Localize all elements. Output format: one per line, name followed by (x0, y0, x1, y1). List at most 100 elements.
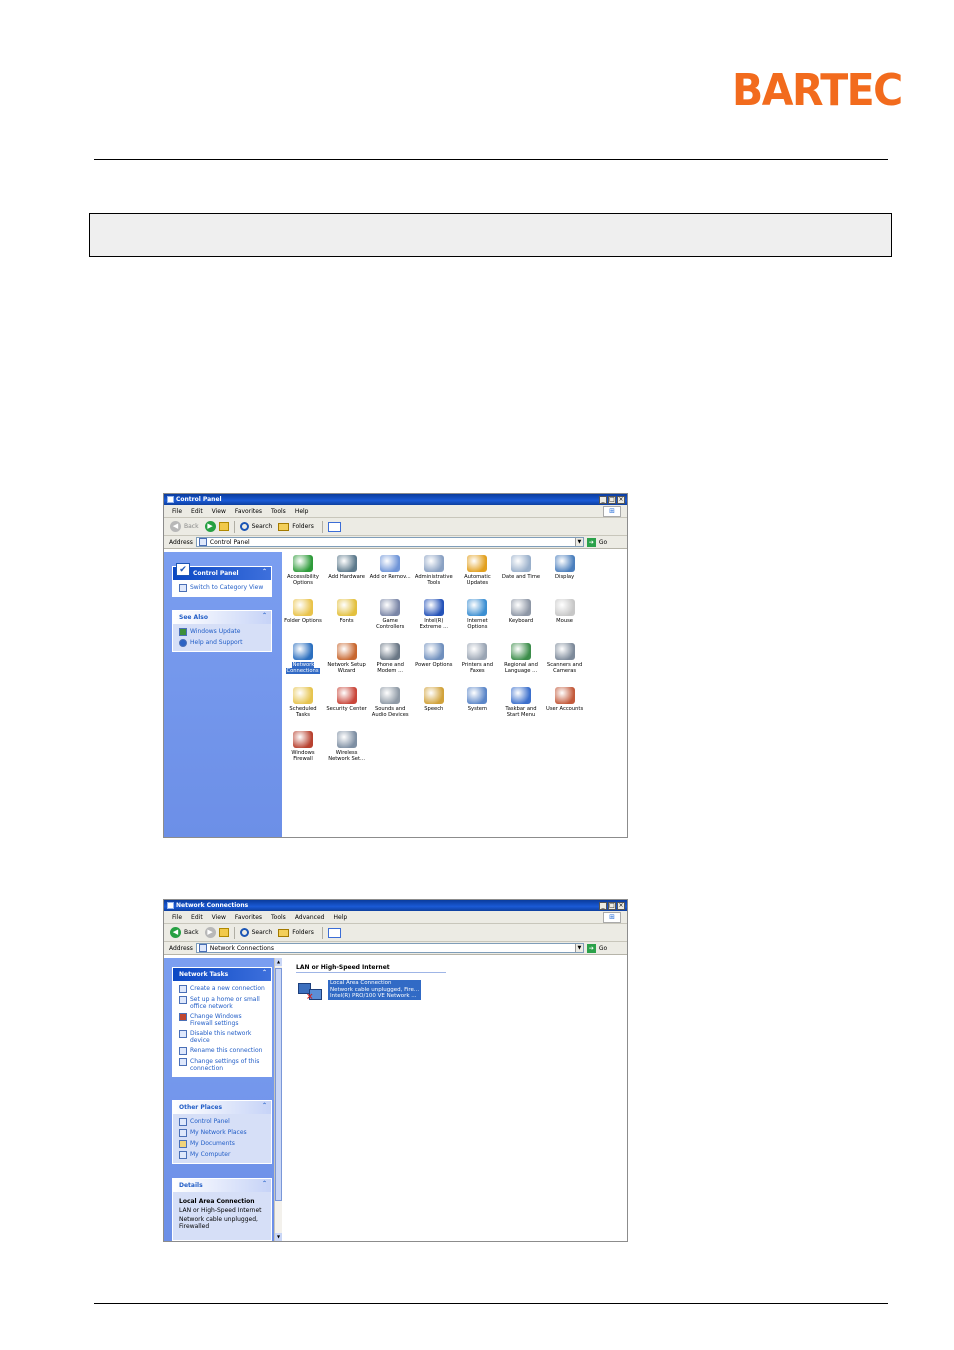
go-arrow-icon[interactable]: ➔ (586, 943, 596, 953)
menu-help[interactable]: Help (295, 508, 309, 515)
menu-tools[interactable]: Tools (271, 914, 286, 921)
control-panel-item[interactable]: Regional and Language ... (500, 643, 542, 675)
go-button[interactable]: Go (599, 539, 607, 546)
menu-advanced[interactable]: Advanced (295, 914, 325, 921)
control-panel-item[interactable]: Accessibility Options (282, 555, 324, 587)
search-icon[interactable] (239, 928, 249, 937)
rename-connection-link[interactable]: Rename this connection (179, 1047, 265, 1055)
change-settings-link[interactable]: Change settings of this connection (179, 1058, 265, 1072)
control-panel-item[interactable]: Game Controllers (369, 599, 411, 631)
back-arrow-icon[interactable]: ◀ (170, 521, 181, 532)
local-area-connection-item[interactable]: × Local Area Connection Network cable un… (298, 980, 422, 1004)
home-network-link[interactable]: Set up a home or small office network (179, 996, 265, 1010)
search-button[interactable]: Search (252, 523, 273, 530)
control-panel-item[interactable]: Scheduled Tasks (282, 687, 324, 719)
collapse-chevron-icon[interactable]: ⌃ (262, 568, 267, 575)
my-documents-link[interactable]: My Documents (179, 1140, 265, 1148)
collapse-chevron-icon[interactable]: ⌃ (262, 969, 267, 976)
forward-arrow-icon[interactable]: ▶ (204, 927, 216, 938)
task-pane-scrollbar[interactable]: ▲ ▼ (274, 958, 282, 1241)
forward-arrow-icon[interactable]: ▶ (204, 521, 216, 532)
close-button[interactable]: × (617, 495, 625, 504)
close-button[interactable]: × (617, 901, 625, 910)
control-panel-item[interactable]: Add Hardware (326, 555, 368, 580)
control-panel-item[interactable]: Wireless Network Set... (326, 731, 368, 763)
help-support-link[interactable]: Help and Support (179, 639, 265, 647)
control-panel-item[interactable]: Internet Options (456, 599, 498, 631)
my-computer-link[interactable]: My Computer (179, 1151, 265, 1159)
control-panel-item[interactable]: Automatic Updates (456, 555, 498, 587)
menu-view[interactable]: View (212, 508, 226, 515)
menu-edit[interactable]: Edit (191, 914, 203, 921)
control-panel-item[interactable]: Date and Time (500, 555, 542, 580)
firewall-settings-link[interactable]: Change Windows Firewall settings (179, 1013, 265, 1027)
address-input[interactable]: Control Panel ▼ (195, 537, 584, 547)
minimize-button[interactable]: _ (599, 901, 607, 910)
control-panel-item[interactable]: Keyboard (500, 599, 542, 624)
collapse-chevron-icon[interactable]: ⌃ (262, 1102, 267, 1109)
control-panel-item[interactable]: Windows Firewall (282, 731, 324, 763)
menu-file[interactable]: File (172, 914, 182, 921)
folders-button[interactable]: Folders (292, 523, 314, 530)
menu-help[interactable]: Help (333, 914, 347, 921)
control-panel-item[interactable]: Phone and Modem ... (369, 643, 411, 675)
search-button[interactable]: Search (252, 929, 273, 936)
scroll-down-icon[interactable]: ▼ (275, 1233, 282, 1241)
address-dropdown-icon[interactable]: ▼ (574, 538, 583, 546)
details-header[interactable]: Details ⌃ (173, 1179, 271, 1192)
maximize-button[interactable]: □ (608, 901, 616, 910)
see-also-header[interactable]: See Also ⌃ (173, 611, 271, 624)
menu-edit[interactable]: Edit (191, 508, 203, 515)
scroll-up-icon[interactable]: ▲ (275, 958, 282, 966)
address-dropdown-icon[interactable]: ▼ (574, 944, 583, 952)
folders-icon[interactable] (278, 928, 290, 937)
control-panel-item[interactable]: Folder Options (282, 599, 324, 624)
views-icon[interactable] (327, 521, 341, 532)
control-panel-item[interactable]: System (456, 687, 498, 712)
folder-up-icon[interactable] (218, 928, 229, 937)
control-panel-item[interactable]: Intel(R) Extreme ... (413, 599, 455, 631)
network-tasks-header[interactable]: Network Tasks ⌃ (173, 968, 271, 981)
control-panel-item[interactable]: Security Center (326, 687, 368, 712)
back-arrow-icon[interactable]: ◀ (170, 927, 181, 938)
disable-device-link[interactable]: Disable this network device (179, 1030, 265, 1044)
back-button[interactable]: Back (184, 523, 199, 530)
views-icon[interactable] (327, 927, 341, 938)
address-input[interactable]: Network Connections ▼ (195, 943, 584, 953)
control-panel-header[interactable]: ✔ Control Panel ⌃ (173, 563, 271, 580)
control-panel-item[interactable]: Administrative Tools (413, 555, 455, 587)
control-panel-item[interactable]: Printers and Faxes (456, 643, 498, 675)
menu-view[interactable]: View (212, 914, 226, 921)
minimize-button[interactable]: _ (599, 495, 607, 504)
maximize-button[interactable]: □ (608, 495, 616, 504)
search-icon[interactable] (239, 522, 249, 531)
back-button[interactable]: Back (184, 929, 199, 936)
control-panel-item[interactable]: User Accounts (544, 687, 586, 712)
go-arrow-icon[interactable]: ➔ (586, 537, 596, 547)
control-panel-item[interactable]: Mouse (544, 599, 586, 624)
control-panel-item[interactable]: Add or Remov... (369, 555, 411, 580)
windows-update-link[interactable]: Windows Update (179, 628, 265, 636)
control-panel-item[interactable]: Fonts (326, 599, 368, 624)
switch-category-link[interactable]: Switch to Category View (179, 584, 265, 592)
menu-favorites[interactable]: Favorites (235, 508, 262, 515)
other-places-header[interactable]: Other Places ⌃ (173, 1101, 271, 1114)
folder-up-icon[interactable] (218, 522, 229, 531)
control-panel-item[interactable]: Speech (413, 687, 455, 712)
collapse-chevron-icon[interactable]: ⌃ (262, 612, 267, 619)
menu-file[interactable]: File (172, 508, 182, 515)
menu-favorites[interactable]: Favorites (235, 914, 262, 921)
collapse-chevron-icon[interactable]: ⌃ (262, 1180, 267, 1187)
folders-button[interactable]: Folders (292, 929, 314, 936)
control-panel-item[interactable]: Scanners and Cameras (544, 643, 586, 675)
control-panel-item[interactable]: Network Connections (282, 643, 324, 675)
control-panel-item[interactable]: Taskbar and Start Menu (500, 687, 542, 719)
control-panel-link[interactable]: Control Panel (179, 1118, 265, 1126)
scroll-thumb[interactable] (275, 968, 282, 1201)
control-panel-item[interactable]: Network Setup Wizard (326, 643, 368, 675)
create-connection-link[interactable]: Create a new connection (179, 985, 265, 993)
control-panel-item[interactable]: Display (544, 555, 586, 580)
control-panel-item[interactable]: Sounds and Audio Devices (369, 687, 411, 719)
my-network-places-link[interactable]: My Network Places (179, 1129, 265, 1137)
control-panel-item[interactable]: Power Options (413, 643, 455, 668)
